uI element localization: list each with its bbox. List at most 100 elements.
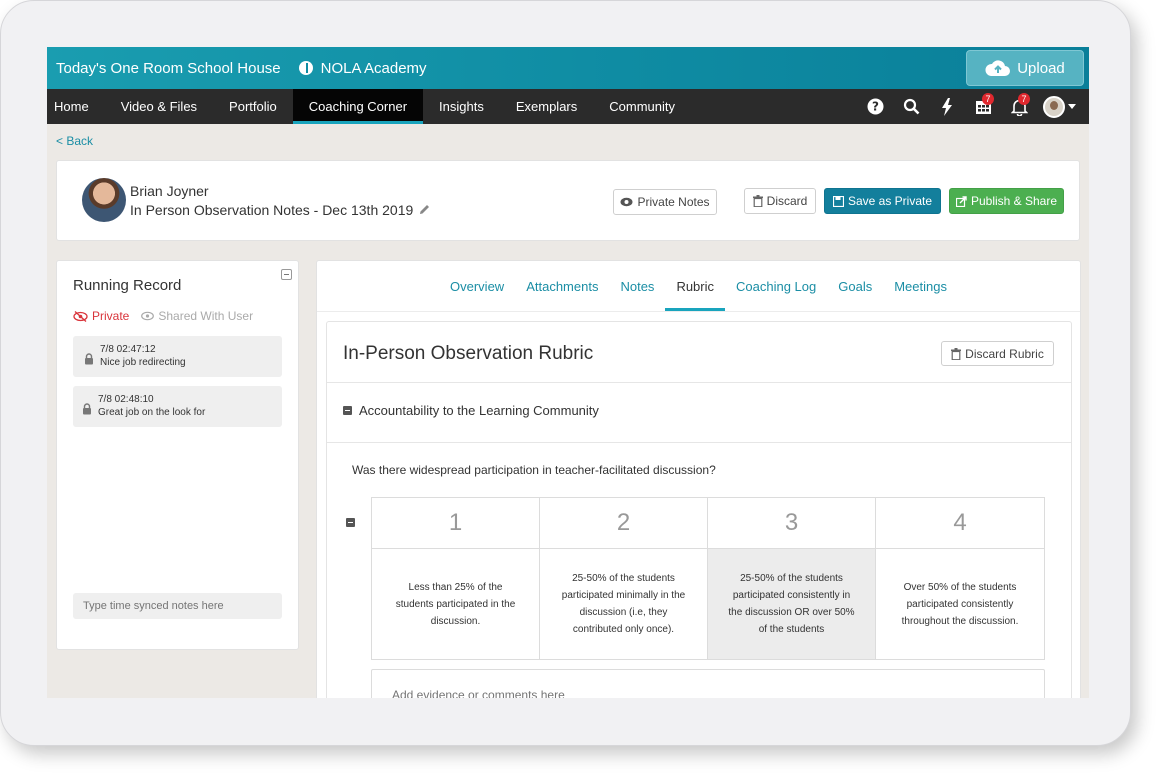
calendar-button[interactable]: 7 bbox=[965, 89, 1001, 124]
shared-option[interactable]: Shared With User bbox=[141, 309, 253, 323]
level-description-2[interactable]: 25-50% of the students participated mini… bbox=[540, 549, 708, 659]
note-title[interactable]: In Person Observation Notes - Dec 13th 2… bbox=[130, 202, 430, 218]
nav-video-files[interactable]: Video & Files bbox=[105, 89, 213, 124]
save-private-label: Save as Private bbox=[847, 194, 933, 208]
collapse-section-icon[interactable] bbox=[343, 406, 352, 415]
content-tabs: Overview Attachments Notes Rubric Coachi… bbox=[317, 261, 1080, 312]
rubric-question: Was there widespread participation in te… bbox=[352, 463, 716, 477]
eye-icon bbox=[620, 197, 633, 207]
running-record-title: Running Record bbox=[73, 277, 182, 294]
org-name: NOLA Academy bbox=[320, 59, 427, 77]
rubric-section-header[interactable]: Accountability to the Learning Community bbox=[343, 403, 599, 418]
share-icon bbox=[955, 195, 967, 207]
list-item[interactable]: 7/8 02:48:10 Great job on the look for bbox=[73, 386, 282, 427]
note-title-text: In Person Observation Notes - Dec 13th 2… bbox=[130, 202, 414, 218]
tab-attachments[interactable]: Attachments bbox=[515, 261, 609, 311]
profile-menu[interactable] bbox=[1037, 89, 1081, 124]
level-score-1[interactable]: 1 bbox=[372, 498, 540, 549]
note-text: Great job on the look for bbox=[98, 407, 206, 418]
activity-button[interactable] bbox=[929, 89, 965, 124]
org-selector[interactable]: NOLA Academy bbox=[298, 59, 427, 77]
org-logo-icon bbox=[298, 61, 317, 75]
pencil-icon[interactable] bbox=[419, 204, 430, 215]
trash-icon bbox=[951, 347, 962, 360]
evidence-input[interactable] bbox=[371, 669, 1045, 698]
upload-button[interactable]: Upload bbox=[966, 50, 1084, 86]
rubric-title: In-Person Observation Rubric bbox=[343, 343, 594, 364]
tab-notes[interactable]: Notes bbox=[609, 261, 665, 311]
bell-badge: 7 bbox=[1018, 93, 1030, 105]
upload-label: Upload bbox=[1017, 59, 1065, 77]
search-button[interactable] bbox=[893, 89, 929, 124]
discard-label: Discard bbox=[766, 194, 808, 208]
note-timestamp: 7/8 02:48:10 bbox=[98, 394, 154, 405]
caret-down-icon bbox=[1067, 103, 1076, 109]
nav-icon-group: ? 7 7 bbox=[857, 89, 1081, 124]
private-notes-button[interactable]: Private Notes bbox=[613, 189, 717, 215]
section-title: Accountability to the Learning Community bbox=[359, 403, 599, 418]
level-description-1[interactable]: Less than 25% of the students participat… bbox=[372, 549, 540, 659]
private-notes-label: Private Notes bbox=[637, 195, 710, 209]
cloud-upload-icon bbox=[985, 60, 1011, 76]
running-record-panel: Running Record Private Shared With User … bbox=[56, 260, 299, 650]
discard-rubric-label: Discard Rubric bbox=[965, 346, 1044, 361]
eye-slash-icon bbox=[73, 310, 88, 322]
user-avatar bbox=[82, 178, 126, 222]
user-name: Brian Joyner bbox=[130, 183, 209, 199]
list-item[interactable]: 7/8 02:47:12 Nice job redirecting bbox=[73, 336, 282, 377]
rubric-container: In-Person Observation Rubric Discard Rub… bbox=[326, 321, 1072, 698]
discard-rubric-button[interactable]: Discard Rubric bbox=[941, 341, 1054, 366]
nav-insights[interactable]: Insights bbox=[423, 89, 500, 124]
level-description-3[interactable]: 25-50% of the students participated cons… bbox=[708, 549, 876, 659]
divider bbox=[327, 382, 1071, 383]
nav-community[interactable]: Community bbox=[593, 89, 691, 124]
collapse-panel-icon[interactable] bbox=[281, 269, 292, 280]
top-bar: Today's One Room School House NOLA Acade… bbox=[47, 47, 1089, 89]
tab-coaching-log[interactable]: Coaching Log bbox=[725, 261, 827, 311]
lightning-icon bbox=[942, 97, 952, 116]
privacy-toggle: Private Shared With User bbox=[73, 309, 253, 323]
level-description-4[interactable]: Over 50% of the students participated co… bbox=[876, 549, 1044, 659]
lock-icon bbox=[83, 403, 91, 415]
nav-home[interactable]: Home bbox=[47, 89, 105, 124]
private-option[interactable]: Private bbox=[73, 309, 129, 323]
divider bbox=[327, 442, 1071, 443]
lock-icon bbox=[85, 353, 93, 365]
nav-coaching-corner[interactable]: Coaching Corner bbox=[292, 89, 424, 124]
level-score-3[interactable]: 3 bbox=[708, 498, 876, 549]
discard-button[interactable]: Discard bbox=[744, 188, 816, 214]
app-screen: Today's One Room School House NOLA Acade… bbox=[47, 47, 1089, 698]
private-label: Private bbox=[92, 309, 130, 323]
calendar-badge: 7 bbox=[982, 93, 994, 105]
trash-icon bbox=[752, 195, 763, 207]
tab-goals[interactable]: Goals bbox=[827, 261, 883, 311]
level-score-4[interactable]: 4 bbox=[876, 498, 1044, 549]
device-frame: Today's One Room School House NOLA Acade… bbox=[0, 0, 1131, 746]
profile-avatar bbox=[1042, 95, 1065, 118]
help-button[interactable]: ? bbox=[857, 89, 893, 124]
nav-portfolio[interactable]: Portfolio bbox=[213, 89, 293, 124]
tab-meetings[interactable]: Meetings bbox=[883, 261, 958, 311]
brand-title[interactable]: Today's One Room School House bbox=[56, 60, 281, 77]
level-score-2[interactable]: 2 bbox=[540, 498, 708, 549]
back-link[interactable]: < Back bbox=[56, 134, 93, 148]
collapse-question-icon[interactable] bbox=[346, 518, 355, 527]
tab-rubric[interactable]: Rubric bbox=[665, 261, 726, 311]
main-nav: Home Video & Files Portfolio Coaching Co… bbox=[47, 89, 1089, 124]
synced-notes-input[interactable] bbox=[73, 593, 282, 619]
observation-header: Brian Joyner In Person Observation Notes… bbox=[56, 160, 1080, 241]
save-icon bbox=[832, 195, 844, 207]
note-timestamp: 7/8 02:47:12 bbox=[100, 344, 156, 355]
eye-icon bbox=[141, 311, 155, 321]
search-icon bbox=[903, 98, 919, 115]
notifications-button[interactable]: 7 bbox=[1001, 89, 1037, 124]
nav-exemplars[interactable]: Exemplars bbox=[500, 89, 593, 124]
publish-share-button[interactable]: Publish & Share bbox=[949, 188, 1064, 214]
main-content-panel: Overview Attachments Notes Rubric Coachi… bbox=[316, 260, 1081, 698]
publish-share-label: Publish & Share bbox=[970, 194, 1058, 208]
help-icon: ? bbox=[867, 98, 883, 115]
save-private-button[interactable]: Save as Private bbox=[824, 188, 941, 214]
tab-overview[interactable]: Overview bbox=[439, 261, 515, 311]
shared-label: Shared With User bbox=[158, 309, 254, 323]
rubric-level-grid: 1 2 3 4 Less than 25% of the students pa… bbox=[371, 497, 1045, 660]
